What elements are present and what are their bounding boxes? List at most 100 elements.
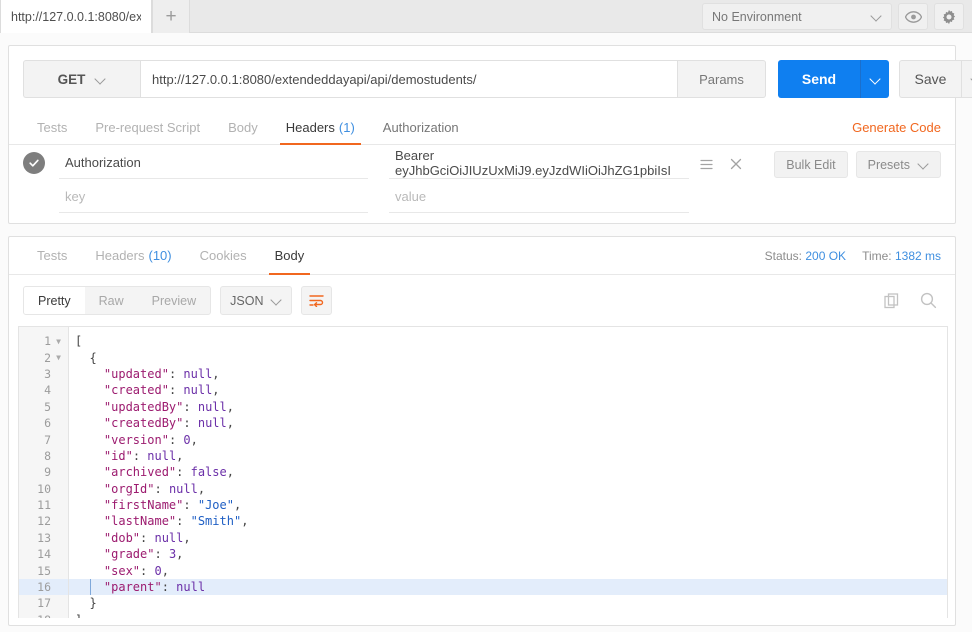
status-value: 200 OK: [805, 249, 847, 263]
header-key-placeholder-1: key: [65, 189, 86, 204]
code-line: "updated": null,: [69, 366, 947, 382]
code-line: [: [69, 333, 947, 349]
tab-authorization[interactable]: Authorization: [369, 110, 473, 144]
line-number: 11: [19, 497, 68, 513]
window-tab-bar: http://127.0.0.1:8080/extend + No Enviro…: [0, 0, 972, 33]
line-number: 7: [19, 431, 68, 447]
editor-code-area[interactable]: [ { "updated": null, "created": null, "u…: [69, 327, 947, 618]
tab-tests[interactable]: Tests: [23, 110, 81, 144]
http-method-label: GET: [57, 71, 86, 87]
editor-line-numbers: 1▼2▼3456789101112131415161718: [19, 327, 69, 618]
environment-quick-look-button[interactable]: [898, 3, 928, 30]
line-number-value: 4: [44, 383, 51, 398]
environment-label: No Environment: [712, 9, 802, 24]
header-options-button[interactable]: [692, 152, 720, 176]
code-token: false: [190, 465, 227, 480]
bulk-edit-button[interactable]: Bulk Edit: [774, 151, 848, 178]
line-number-value: 10: [37, 481, 51, 496]
copy-response-button[interactable]: [879, 286, 905, 315]
code-line: "updatedBy": null,: [69, 399, 947, 415]
response-format-select[interactable]: JSON: [220, 286, 293, 315]
fold-arrow-icon[interactable]: ▼: [54, 353, 63, 362]
response-tabs: Tests Headers (10) Cookies Body Status: 200 …: [9, 237, 955, 275]
code-token: :: [176, 465, 191, 480]
code-token: null: [183, 366, 213, 381]
code-line: }: [69, 595, 947, 611]
params-button[interactable]: Params: [678, 60, 766, 98]
chevron-down-icon: [95, 74, 106, 85]
search-response-button[interactable]: [915, 286, 941, 315]
header-key-input-1[interactable]: key: [59, 182, 368, 213]
code-line: "archived": false,: [69, 464, 947, 480]
header-value-input-1[interactable]: value: [389, 182, 689, 213]
header-value-input-0[interactable]: Bearer eyJhbGciOiJIUzUxMiJ9.eyJzdWIiOiJh…: [389, 148, 689, 179]
settings-button[interactable]: [934, 3, 964, 30]
code-token: ,: [176, 448, 184, 463]
code-token: "version": [103, 432, 169, 447]
table-row: key value: [9, 180, 955, 214]
code-token: "parent": [103, 580, 162, 595]
response-tab-headers[interactable]: Headers (10): [81, 237, 185, 274]
copy-icon: [884, 292, 899, 308]
line-number: 15: [19, 562, 68, 578]
code-token: ,: [233, 498, 242, 513]
response-format-label: JSON: [230, 293, 264, 308]
line-number-value: 9: [44, 465, 51, 480]
url-input[interactable]: http://127.0.0.1:8080/extendeddayapi/api…: [140, 60, 678, 98]
line-number-value: 16: [37, 580, 51, 595]
code-token: null: [197, 416, 227, 431]
line-number: 12: [19, 513, 68, 529]
fold-arrow-icon[interactable]: ▼: [54, 337, 63, 346]
environment-select[interactable]: No Environment: [702, 3, 892, 30]
tab-pre-request-script[interactable]: Pre-request Script: [81, 110, 214, 144]
response-body-editor[interactable]: 1▼2▼3456789101112131415161718 [ { "updat…: [18, 326, 948, 618]
code-token: null: [183, 383, 213, 398]
view-mode-pretty[interactable]: Pretty: [24, 287, 85, 314]
time-value: 1382 ms: [894, 249, 941, 263]
code-token: :: [140, 563, 155, 578]
code-line: "grade": 3,: [69, 546, 947, 562]
send-options-button[interactable]: [860, 60, 889, 98]
generate-code-link[interactable]: Generate Code: [852, 110, 941, 144]
code-token: ,: [212, 366, 220, 381]
request-tab-active[interactable]: http://127.0.0.1:8080/extend: [0, 0, 152, 33]
response-tab-tests[interactable]: Tests: [23, 237, 81, 274]
tab-body[interactable]: Body: [214, 110, 272, 144]
code-token: "createdBy": [103, 416, 184, 431]
line-number: 4: [19, 382, 68, 398]
word-wrap-button[interactable]: [301, 286, 333, 315]
response-status-area: Status: 200 OK Time: 1382 ms: [765, 237, 941, 275]
http-method-select[interactable]: GET: [23, 60, 140, 98]
tab-headers[interactable]: Headers (1): [272, 110, 369, 145]
new-tab-button[interactable]: +: [152, 0, 190, 33]
code-token: "Smith": [190, 514, 242, 529]
header-key-input-0[interactable]: Authorization: [59, 148, 368, 179]
header-value-text-0: Bearer eyJhbGciOiJIUzUxMiJ9.eyJzdWIiOiJh…: [395, 147, 671, 178]
headers-bulk-area: Bulk Edit Presets: [774, 151, 941, 178]
bulk-edit-label: Bulk Edit: [786, 157, 836, 172]
header-enabled-checkbox[interactable]: [23, 152, 45, 174]
save-options-button[interactable]: [961, 60, 972, 98]
response-tab-body[interactable]: Body: [261, 237, 319, 275]
code-token: {: [75, 350, 97, 365]
send-button[interactable]: Send: [778, 60, 860, 98]
code-token: 0: [154, 563, 162, 578]
tab-label: Tests: [37, 248, 68, 263]
headers-table: Authorization Bearer eyJhbGciOiJIUzUxMiJ…: [9, 146, 955, 214]
status-badge: Status: 200 OK: [765, 249, 846, 263]
presets-button[interactable]: Presets: [855, 151, 941, 178]
tab-count: (10): [148, 248, 172, 263]
response-tab-cookies[interactable]: Cookies: [186, 237, 261, 274]
view-mode-raw[interactable]: Raw: [85, 287, 138, 314]
header-delete-button[interactable]: [722, 152, 750, 176]
save-button[interactable]: Save: [899, 60, 961, 98]
hamburger-icon: [699, 159, 713, 169]
view-mode-preview[interactable]: Preview: [138, 287, 210, 314]
